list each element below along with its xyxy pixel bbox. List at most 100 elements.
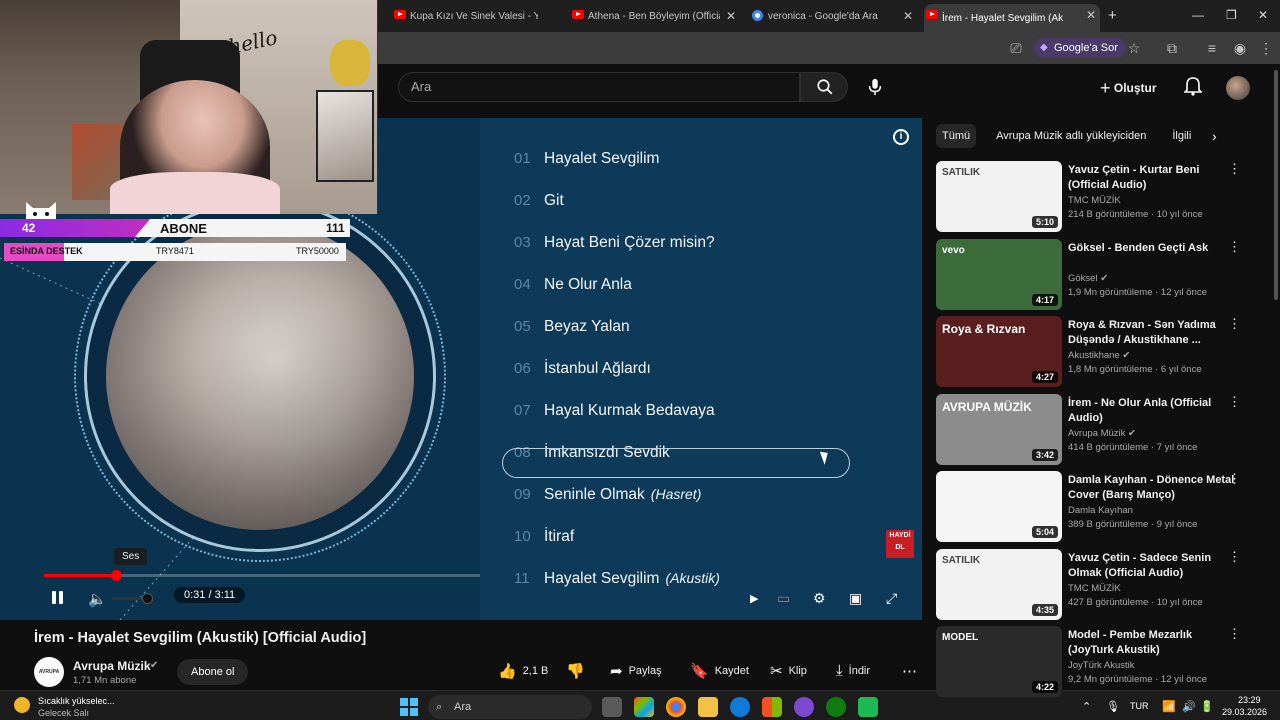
more-vertical-icon[interactable]: ⋮ — [1228, 161, 1241, 177]
chrome-icon[interactable] — [666, 697, 686, 717]
close-window-icon[interactable]: ✕ — [1258, 8, 1268, 22]
theater-mode-icon[interactable]: ▣ — [849, 590, 862, 607]
recommendation-title[interactable]: Damla Kayıhan - Dönence Metal Cover (Bar… — [1068, 473, 1236, 503]
language-indicator[interactable]: TUR — [1130, 701, 1149, 711]
obs-icon[interactable] — [794, 697, 814, 717]
taskbar-search[interactable]: ⌕ Ara — [428, 695, 592, 719]
task-view-icon[interactable] — [602, 697, 622, 717]
weather-icon[interactable] — [14, 697, 30, 713]
channel-avatar[interactable]: AVRUPA MÜZİK — [34, 657, 64, 705]
tab-kupa-kizi[interactable]: Kupa Kızı Ve Sinek Valesi - YouT — [392, 4, 538, 28]
store-icon[interactable] — [762, 697, 782, 717]
recommendation-title[interactable]: Yavuz Çetin - Sadece Senin Olmak (Offici… — [1068, 551, 1236, 581]
search-button[interactable] — [800, 72, 848, 102]
battery-icon[interactable]: 🔋 — [1200, 700, 1214, 713]
video-thumbnail[interactable]: MODEL 4:22 — [936, 626, 1062, 697]
more-vertical-icon[interactable]: ⋮ — [1228, 239, 1241, 255]
close-tab-icon[interactable]: ✕ — [1086, 8, 1096, 22]
recommendation-title[interactable]: Yavuz Çetin - Kurtar Beni (Official Audi… — [1068, 163, 1236, 193]
media-control-icon[interactable]: ≡ — [1204, 40, 1220, 56]
chevron-up-icon[interactable]: ⌃ — [1082, 700, 1091, 713]
more-vertical-icon[interactable]: ⋮ — [1228, 316, 1241, 332]
subtitles-icon[interactable]: ▭ — [777, 590, 790, 607]
recommendation-item[interactable]: 5:04 Damla Kayıhan - Dönence Metal Cover … — [936, 471, 1256, 543]
video-thumbnail[interactable]: SATILIK 4:35 — [936, 549, 1062, 620]
weather-text[interactable]: Sıcaklık yükselec... — [38, 696, 115, 706]
recommendation-item[interactable]: SATILIK 5:10 Yavuz Çetin - Kurtar Beni (Of… — [936, 161, 1256, 233]
voice-search-button[interactable] — [860, 72, 890, 102]
channel-name[interactable]: Avrupa Müzik — [73, 659, 151, 673]
recommendation-channel[interactable]: TMC MÜZİK — [1068, 195, 1121, 206]
speaker-icon[interactable]: 🔊 — [1182, 700, 1196, 713]
info-icon[interactable]: i — [893, 129, 909, 145]
chevron-right-icon[interactable]: › — [1212, 128, 1217, 144]
copilot-icon[interactable] — [634, 697, 654, 717]
settings-gear-icon[interactable]: ⚙ — [813, 590, 826, 607]
clip-button[interactable]: ✂ Klip — [770, 662, 807, 680]
video-thumbnail[interactable]: Roya & Rızvan 4:27 — [936, 316, 1062, 387]
notifications-button[interactable] — [1183, 76, 1203, 101]
microphone-icon[interactable]: 🎙 — [1106, 700, 1120, 713]
recommendation-channel[interactable]: Akustikhane ✔ — [1068, 350, 1130, 361]
xbox-icon[interactable] — [826, 697, 846, 717]
menu-dots-icon[interactable]: ⋮ — [1258, 40, 1274, 56]
bookmark-star-icon[interactable]: ☆ — [1126, 40, 1142, 56]
maximize-icon[interactable]: ❐ — [1226, 8, 1237, 22]
search-input[interactable]: Ara — [398, 72, 800, 102]
recommendation-title[interactable]: Model - Pembe Mezarlık (JoyTurk Akustik) — [1068, 628, 1236, 658]
recommendation-channel[interactable]: Göksel ✔ — [1068, 273, 1108, 284]
recommendation-title[interactable]: İrem - Ne Olur Anla (Official Audio) — [1068, 396, 1236, 426]
profile-icon[interactable]: ◉ — [1232, 40, 1248, 56]
download-button[interactable]: ⤓ İndir — [836, 662, 870, 679]
recommendation-item[interactable]: SATILIK 4:35 Yavuz Çetin - Sadece Senin Ol… — [936, 549, 1256, 621]
video-thumbnail[interactable]: vevo 4:17 — [936, 239, 1062, 310]
tab-athena[interactable]: Athena - Ben Böyleyim (Official — [570, 4, 720, 28]
avatar[interactable] — [1226, 76, 1250, 100]
new-tab-button[interactable]: + — [1108, 7, 1117, 24]
minimize-icon[interactable]: — — [1192, 8, 1204, 22]
recommendation-title[interactable]: Göksel - Benden Geçti Ask — [1068, 241, 1236, 256]
recommendation-channel[interactable]: Avrupa Müzik ✔ — [1068, 428, 1136, 439]
wifi-icon[interactable]: 📶 — [1162, 700, 1176, 713]
start-button[interactable] — [400, 698, 418, 716]
close-tab-icon[interactable]: ✕ — [903, 9, 913, 23]
subscribe-button[interactable]: Abone ol — [177, 659, 249, 685]
more-vertical-icon[interactable]: ⋮ — [1228, 471, 1241, 487]
tab-google-search[interactable]: veronica - Google'da Ara — [750, 4, 900, 28]
recommendation-channel[interactable]: Damla Kayıhan — [1068, 505, 1133, 516]
more-actions-button[interactable]: ⋯ — [902, 662, 917, 680]
recommendation-channel[interactable]: TMC MÜZİK — [1068, 583, 1121, 594]
recommendation-item[interactable]: MODEL 4:22 Model - Pembe Mezarlık (JoyTurk… — [936, 626, 1256, 698]
pause-button[interactable] — [50, 590, 66, 606]
file-explorer-icon[interactable] — [698, 697, 718, 717]
recommendation-item[interactable]: vevo 4:17 Göksel - Benden Geçti Ask Göksel … — [936, 239, 1256, 311]
video-thumbnail[interactable]: SATILIK 5:10 — [936, 161, 1062, 232]
chip-uploader[interactable]: Avrupa Müzik adlı yükleyiciden — [990, 124, 1152, 148]
more-vertical-icon[interactable]: ⋮ — [1228, 394, 1241, 410]
extensions-icon[interactable]: ⧉ — [1164, 40, 1180, 56]
clock-date[interactable]: 29.03.2026 — [1222, 707, 1267, 717]
video-thumbnail[interactable]: 5:04 — [936, 471, 1062, 542]
progress-scrubber[interactable] — [111, 570, 122, 581]
cast-icon[interactable]: ⎚ — [1008, 40, 1024, 56]
more-vertical-icon[interactable]: ⋮ — [1228, 549, 1241, 565]
google-sor-button[interactable]: Google'a Sor — [1034, 38, 1126, 58]
tab-irem-active[interactable]: İrem - Hayalet Sevgilim (Ak ✕ — [924, 4, 1100, 32]
edge-icon[interactable] — [730, 697, 750, 717]
recommendation-item[interactable]: AVRUPA MÜZİK 3:42 İrem - Ne Olur Anla (Off… — [936, 394, 1256, 466]
share-button[interactable]: ➦ Paylaş — [610, 662, 662, 680]
chip-related[interactable]: İlgili — [1166, 124, 1197, 148]
create-button[interactable]: + Oluştur — [1100, 78, 1157, 99]
recommendation-item[interactable]: Roya & Rızvan 4:27 Roya & Rızvan - Sən Yad… — [936, 316, 1256, 388]
save-button[interactable]: 🔖 Kaydet — [690, 662, 749, 680]
more-vertical-icon[interactable]: ⋮ — [1228, 626, 1241, 642]
like-button[interactable]: 👍 2,1 B — [498, 662, 548, 680]
fullscreen-icon[interactable]: ⤢ — [886, 590, 897, 607]
chip-all[interactable]: Tümü — [936, 124, 977, 148]
video-thumbnail[interactable]: AVRUPA MÜZİK 3:42 — [936, 394, 1062, 465]
dislike-button[interactable]: 👎 — [566, 662, 585, 680]
recommendation-channel[interactable]: JoyTürk Akustik — [1068, 660, 1135, 671]
close-tab-icon[interactable]: ✕ — [726, 9, 736, 23]
app-icon[interactable] — [858, 697, 878, 717]
autoplay-toggle-icon[interactable]: ▶ — [750, 592, 758, 605]
